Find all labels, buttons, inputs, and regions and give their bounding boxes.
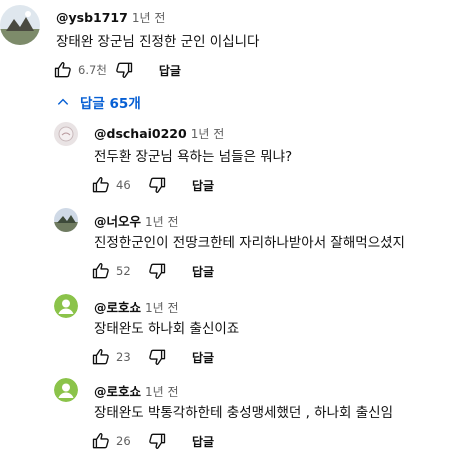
replies-toggle-button[interactable]: 답글 65개: [56, 92, 141, 112]
reply-button[interactable]: 답글: [192, 349, 214, 366]
dislike-button[interactable]: [113, 59, 135, 81]
comment-actions: 26 답글: [90, 429, 214, 453]
comment-header: @dschai0220 1년 전: [94, 125, 224, 142]
timestamp[interactable]: 1년 전: [145, 385, 179, 399]
photo-avatar-icon: [54, 122, 78, 146]
timestamp[interactable]: 1년 전: [132, 11, 166, 25]
thumbs-up-icon: [91, 175, 111, 195]
comment-text: 장태완도 하나회 출신이죠: [94, 321, 240, 337]
author-name[interactable]: @ysb1717: [56, 10, 128, 25]
replies-toggle-label: 답글 65개: [80, 96, 141, 112]
thumbs-up-icon: [91, 261, 111, 281]
comment-text: 장태완 장군님 진정한 군인 이십니다: [56, 34, 260, 50]
chevron-up-icon: [57, 98, 69, 105]
like-button[interactable]: [52, 59, 74, 81]
dislike-button[interactable]: [146, 346, 168, 368]
dislike-button[interactable]: [146, 174, 168, 196]
avatar[interactable]: [54, 378, 78, 402]
avatar[interactable]: [0, 5, 40, 45]
author-name[interactable]: @dschai0220: [94, 126, 187, 141]
thumbs-up-icon: [91, 347, 111, 367]
timestamp[interactable]: 1년 전: [145, 215, 179, 229]
thumbs-down-icon: [147, 175, 167, 195]
like-count: 46: [116, 178, 131, 192]
photo-avatar-icon: [0, 5, 40, 45]
dislike-button[interactable]: [146, 260, 168, 282]
author-name[interactable]: @로호쇼: [94, 384, 141, 399]
comment-actions: 6.7천 답글: [52, 58, 181, 82]
like-button[interactable]: [90, 174, 112, 196]
thumbs-down-icon: [147, 261, 167, 281]
comment-actions: 23 답글: [90, 345, 214, 369]
comment-text: 전두환 장군님 욕하는 넘들은 뭐냐?: [94, 149, 293, 165]
like-count: 23: [116, 350, 131, 364]
avatar[interactable]: [54, 208, 78, 232]
like-count: 52: [116, 264, 131, 278]
reply-button[interactable]: 답글: [192, 433, 214, 450]
thumbs-up-icon: [53, 60, 73, 80]
like-count: 6.7천: [78, 63, 107, 77]
comment-text: 진정한군인이 전땅크한테 자리하나받아서 잘해먹으셨지: [94, 235, 405, 251]
thumbs-down-icon: [147, 347, 167, 367]
timestamp[interactable]: 1년 전: [145, 301, 179, 315]
comment-header: @ysb1717 1년 전: [56, 9, 165, 26]
comment-header: @로호쇼 1년 전: [94, 381, 179, 400]
avatar[interactable]: [54, 294, 78, 318]
reply-button[interactable]: 답글: [192, 263, 214, 280]
comment-actions: 52 답글: [90, 259, 214, 283]
thumbs-down-icon: [114, 60, 134, 80]
like-button[interactable]: [90, 346, 112, 368]
like-count: 26: [116, 434, 131, 448]
thumbs-up-icon: [91, 431, 111, 451]
comment-actions: 46 답글: [90, 173, 214, 197]
like-button[interactable]: [90, 260, 112, 282]
timestamp[interactable]: 1년 전: [191, 127, 225, 141]
comment-header: @로호쇼 1년 전: [94, 297, 179, 316]
avatar[interactable]: [54, 122, 78, 146]
dislike-button[interactable]: [146, 430, 168, 452]
comment-header: @너오우 1년 전: [94, 211, 179, 230]
person-icon: [54, 294, 78, 318]
like-button[interactable]: [90, 430, 112, 452]
thumbs-down-icon: [147, 431, 167, 451]
comment-text: 장태완도 박통각하한테 충성맹세했던 , 하나회 출신임: [94, 405, 393, 421]
reply-button[interactable]: 답글: [192, 177, 214, 194]
person-icon: [54, 378, 78, 402]
author-name[interactable]: @로호쇼: [94, 300, 141, 315]
author-name[interactable]: @너오우: [94, 214, 141, 229]
photo-avatar-icon: [54, 208, 78, 232]
reply-button[interactable]: 답글: [159, 62, 181, 79]
